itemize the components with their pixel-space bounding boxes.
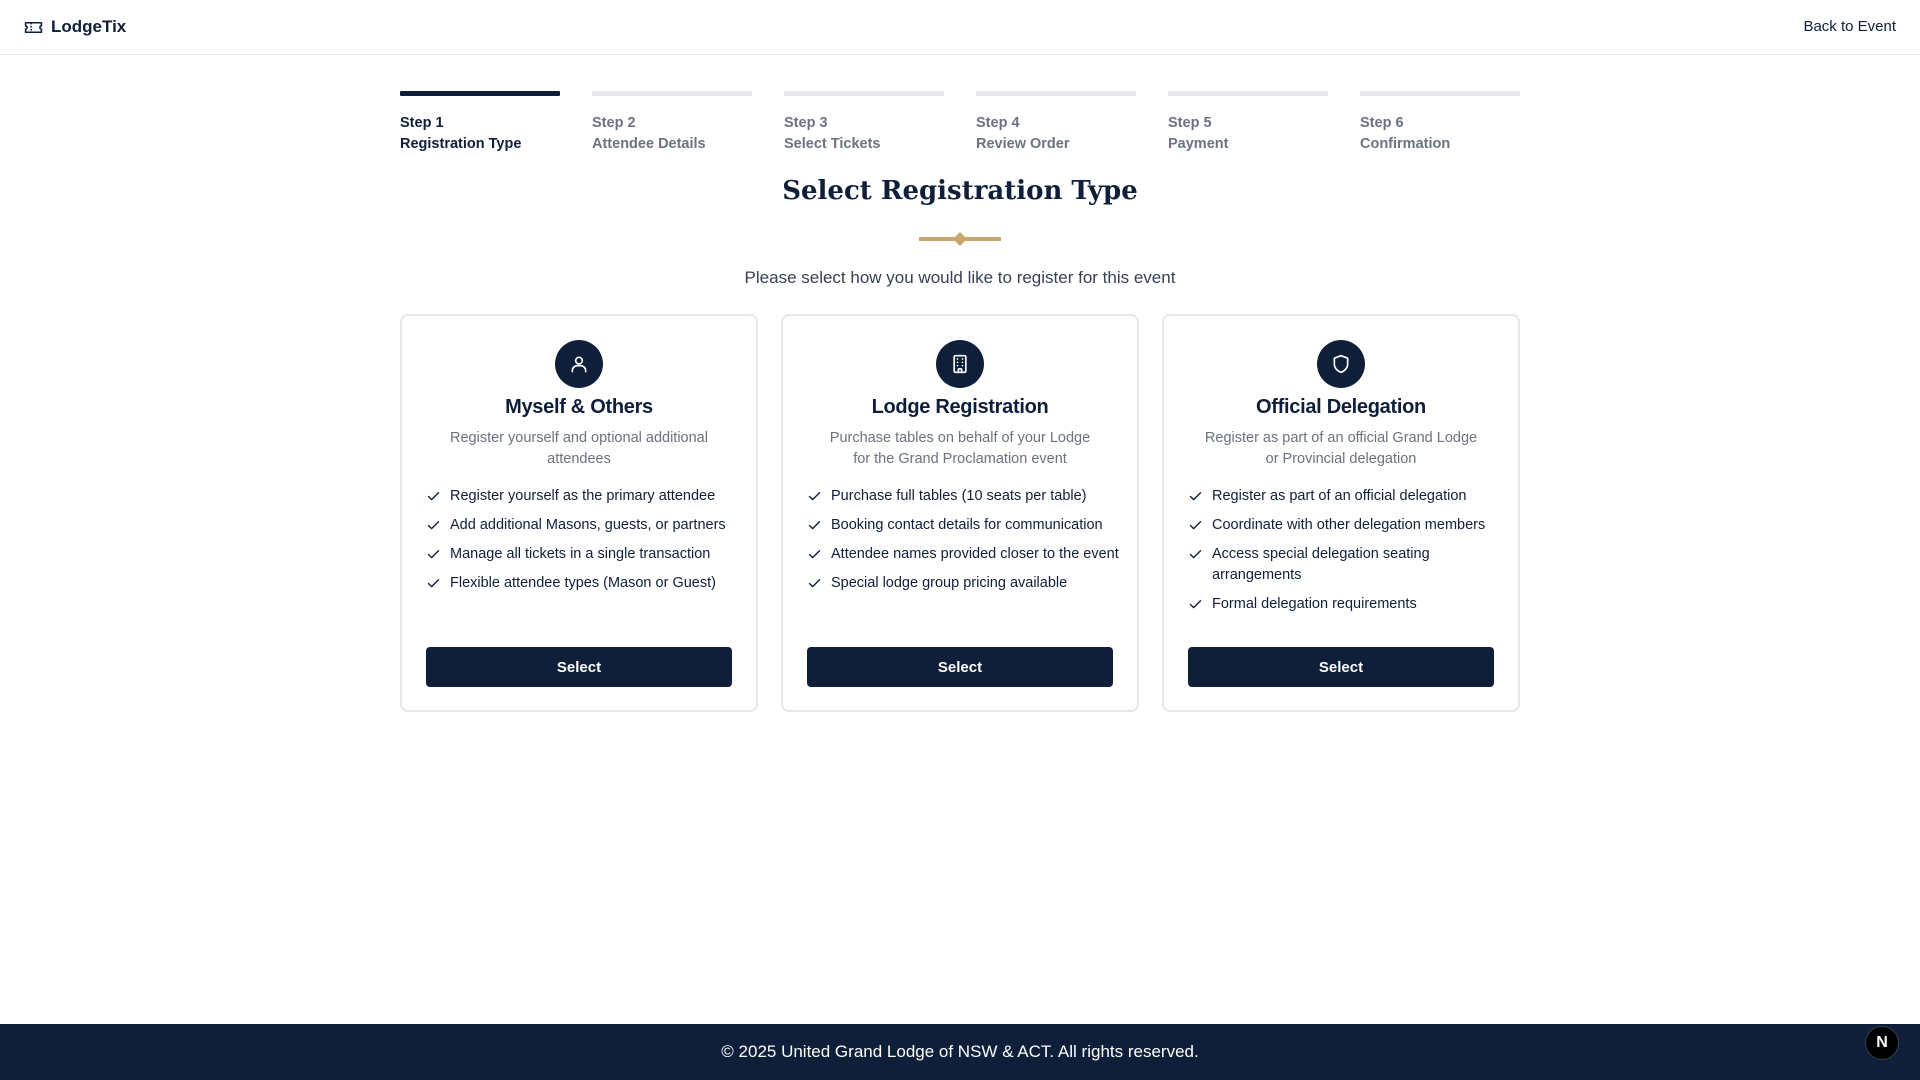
- feature-item: Purchase full tables (10 seats per table…: [807, 486, 1123, 507]
- step-number: Step 1: [400, 115, 444, 131]
- feature-item: Access special delegation seating arrang…: [1188, 544, 1504, 586]
- feature-text: Manage all tickets in a single transacti…: [450, 546, 711, 562]
- step-name: Select Tickets: [784, 136, 881, 152]
- step-registration-type: Step 1 Registration Type: [400, 91, 560, 155]
- step-number: Step 4: [976, 115, 1020, 131]
- step-name: Payment: [1168, 136, 1229, 152]
- check-icon: [808, 492, 821, 501]
- feature-text: Flexible attendee types (Mason or Guest): [450, 575, 716, 591]
- step-bar: [592, 91, 752, 96]
- step-bar: [976, 91, 1136, 96]
- card-official-delegation: Official Delegation Register as part of …: [1162, 314, 1520, 712]
- step-number: Step 6: [1360, 115, 1404, 131]
- card-lodge-registration: Lodge Registration Purchase tables on be…: [781, 314, 1139, 712]
- feature-text: Register yourself as the primary attende…: [450, 488, 716, 504]
- step-bar: [1360, 91, 1520, 96]
- feature-item: Register as part of an official delegati…: [1188, 486, 1504, 507]
- feature-item: Formal delegation requirements: [1188, 594, 1504, 615]
- check-icon: [427, 579, 440, 588]
- progress-stepper: Step 1 Registration Type Step 2 Attendee…: [400, 91, 1520, 161]
- step-name: Review Order: [976, 136, 1070, 152]
- step-bar: [1168, 91, 1328, 96]
- card-description: Register yourself and optional additiona…: [450, 430, 708, 467]
- feature-text: Attendee names provided closer to the ev…: [831, 546, 1119, 562]
- card-title: Official Delegation: [1256, 396, 1426, 418]
- step-number: Step 5: [1168, 115, 1212, 131]
- step-payment: Step 5 Payment: [1168, 91, 1328, 155]
- feature-text: Access special delegation seating arrang…: [1212, 546, 1430, 583]
- feature-item: Coordinate with other delegation members: [1188, 515, 1504, 536]
- step-name: Attendee Details: [592, 136, 706, 152]
- check-icon: [427, 550, 440, 559]
- feature-list: Register as part of an official delegati…: [1188, 486, 1504, 623]
- feature-text: Special lodge group pricing available: [831, 575, 1068, 591]
- feature-text: Register as part of an official delegati…: [1212, 488, 1467, 504]
- check-icon: [1189, 521, 1202, 530]
- feature-item: Register yourself as the primary attende…: [426, 486, 742, 507]
- select-lodge-registration-button[interactable]: Select: [807, 647, 1113, 687]
- step-bar: [400, 91, 560, 96]
- step-review-order: Step 4 Review Order: [976, 91, 1136, 155]
- feature-text: Formal delegation requirements: [1212, 596, 1417, 612]
- check-icon: [1189, 492, 1202, 501]
- step-number: Step 2: [592, 115, 636, 131]
- feature-item: Special lodge group pricing available: [807, 573, 1123, 594]
- card-title: Lodge Registration: [871, 396, 1049, 418]
- shield-icon: [1317, 340, 1365, 388]
- feature-text: Add additional Masons, guests, or partne…: [450, 517, 726, 533]
- check-icon: [1189, 550, 1202, 559]
- dev-tools-badge[interactable]: N: [1865, 1026, 1899, 1060]
- card-title: Myself & Others: [505, 396, 653, 418]
- card-myself-others: Myself & Others Register yourself and op…: [400, 314, 758, 712]
- feature-item: Attendee names provided closer to the ev…: [807, 544, 1123, 565]
- feature-item: Booking contact details for communicatio…: [807, 515, 1123, 536]
- step-bar: [784, 91, 944, 96]
- brand-name: LodgeTix: [51, 17, 127, 36]
- check-icon: [808, 521, 821, 530]
- feature-item: Add additional Masons, guests, or partne…: [426, 515, 742, 536]
- feature-list: Purchase full tables (10 seats per table…: [807, 486, 1123, 602]
- step-name: Registration Type: [400, 136, 522, 152]
- page-subtitle: Please select how you would like to regi…: [744, 268, 1176, 287]
- card-description: Purchase tables on behalf of your Lodge …: [829, 430, 1091, 467]
- back-to-event-link[interactable]: Back to Event: [1803, 18, 1896, 35]
- feature-item: Manage all tickets in a single transacti…: [426, 544, 742, 565]
- feature-text: Purchase full tables (10 seats per table…: [831, 488, 1087, 504]
- step-name: Confirmation: [1360, 136, 1451, 152]
- feature-item: Flexible attendee types (Mason or Guest): [426, 573, 742, 594]
- check-icon: [808, 550, 821, 559]
- step-number: Step 3: [784, 115, 828, 131]
- step-select-tickets: Step 3 Select Tickets: [784, 91, 944, 155]
- site-footer: © 2025 United Grand Lodge of NSW & ACT. …: [0, 1024, 1920, 1080]
- select-official-delegation-button[interactable]: Select: [1188, 647, 1494, 687]
- feature-list: Register yourself as the primary attende…: [426, 486, 742, 602]
- step-confirmation: Step 6 Confirmation: [1360, 91, 1520, 155]
- card-description: Register as part of an official Grand Lo…: [1204, 430, 1478, 467]
- check-icon: [427, 492, 440, 501]
- brand-logo[interactable]: LodgeTix: [24, 17, 126, 37]
- ornamental-divider: [919, 231, 1001, 252]
- check-icon: [1189, 600, 1202, 609]
- check-icon: [808, 579, 821, 588]
- step-attendee-details: Step 2 Attendee Details: [592, 91, 752, 155]
- page-title: Select Registration Type: [782, 176, 1138, 206]
- top-header: LodgeTix Back to Event: [0, 0, 1920, 55]
- select-myself-others-button[interactable]: Select: [426, 647, 732, 687]
- ticket-icon: [24, 20, 43, 35]
- user-icon: [555, 340, 603, 388]
- feature-text: Coordinate with other delegation members: [1212, 517, 1486, 533]
- copyright-text: © 2025 United Grand Lodge of NSW & ACT. …: [721, 1042, 1199, 1061]
- building-icon: [936, 340, 984, 388]
- feature-text: Booking contact details for communicatio…: [831, 517, 1103, 533]
- check-icon: [427, 521, 440, 530]
